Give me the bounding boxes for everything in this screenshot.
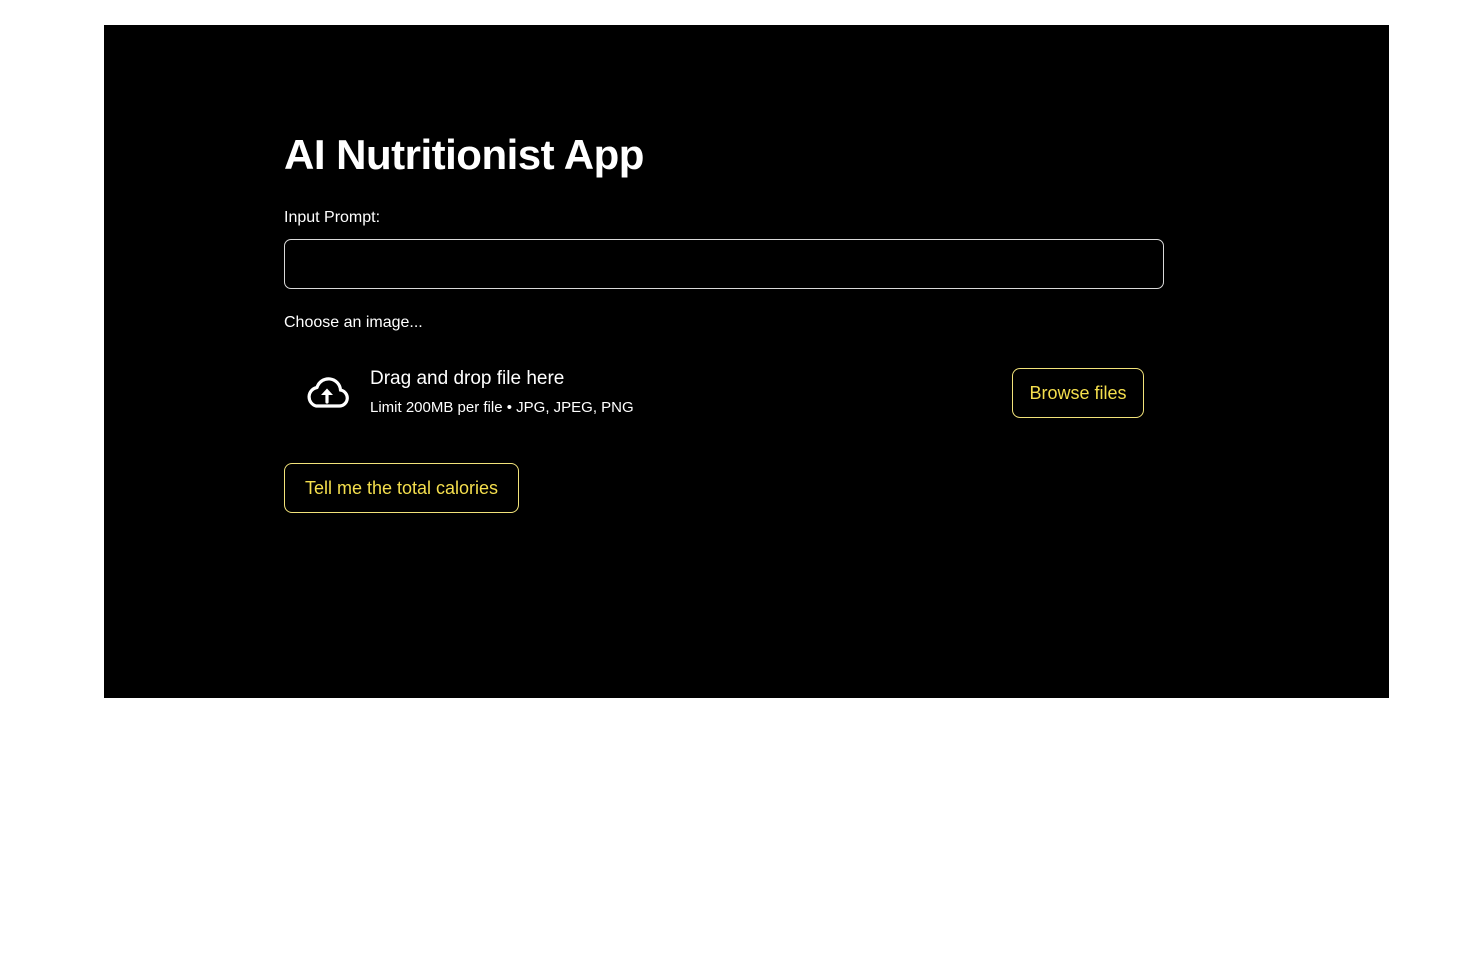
cloud-upload-icon	[307, 377, 349, 408]
prompt-label: Input Prompt:	[284, 209, 381, 226]
file-dropzone[interactable]: Drag and drop file here Limit 200MB per …	[284, 355, 1164, 431]
app-frame: AI Nutritionist App Input Prompt: Choose…	[104, 25, 1389, 698]
prompt-input[interactable]	[284, 239, 1164, 289]
page-title: AI Nutritionist App	[284, 131, 644, 178]
browse-files-button[interactable]: Browse files	[1012, 368, 1144, 418]
uploader-label: Choose an image...	[284, 314, 423, 331]
dropzone-text: Drag and drop file here Limit 200MB per …	[370, 367, 634, 417]
dropzone-hint: Limit 200MB per file • JPG, JPEG, PNG	[370, 399, 634, 416]
total-calories-button[interactable]: Tell me the total calories	[284, 463, 519, 513]
dropzone-title: Drag and drop file here	[370, 368, 565, 389]
